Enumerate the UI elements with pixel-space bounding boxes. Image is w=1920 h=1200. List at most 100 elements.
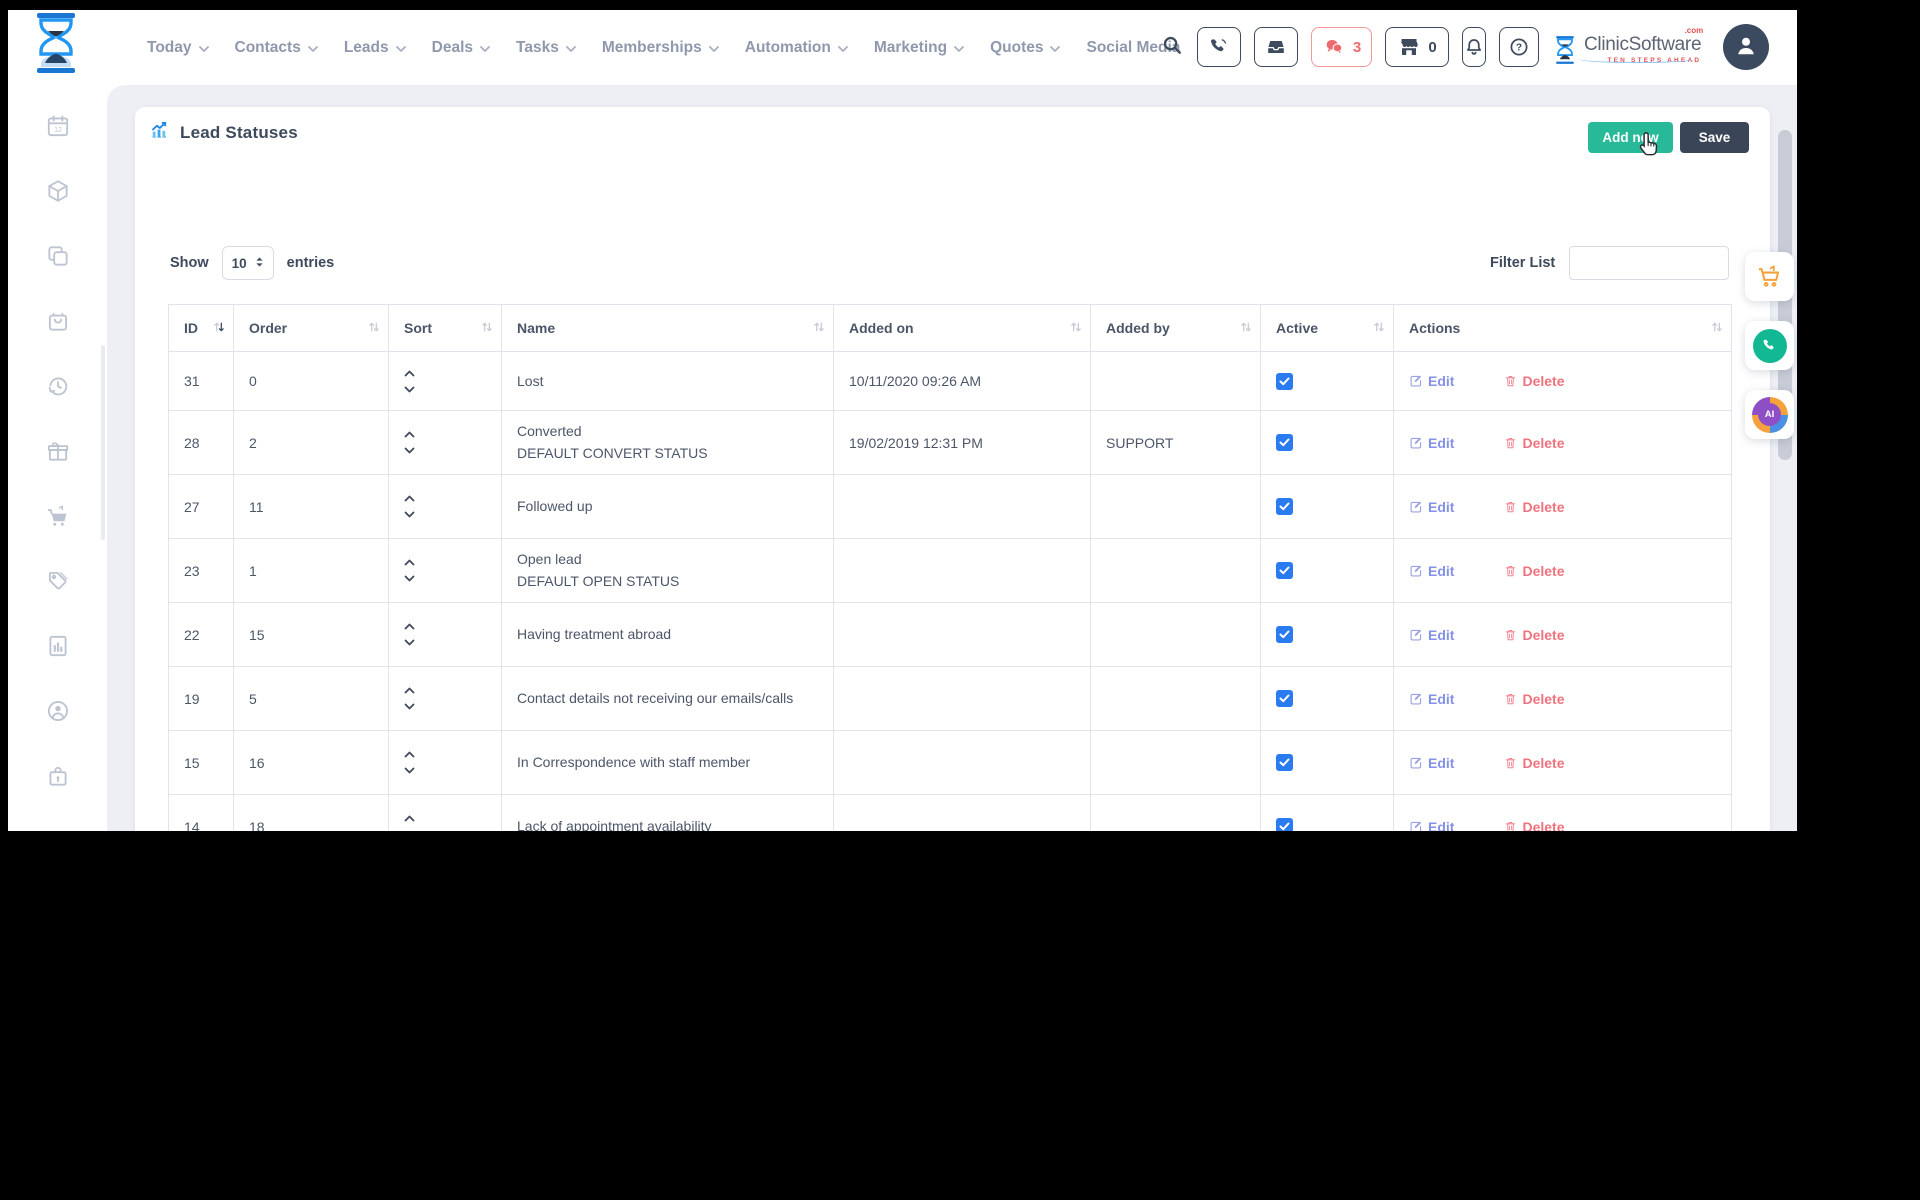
sort-down-button[interactable] — [404, 575, 416, 582]
delete-link[interactable]: Delete — [1504, 819, 1564, 832]
delete-link[interactable]: Delete — [1504, 691, 1564, 707]
sort-down-button[interactable] — [404, 703, 416, 710]
delete-icon — [1504, 436, 1517, 450]
chat-button[interactable]: 3 — [1311, 27, 1372, 67]
sidebar-item-tags[interactable] — [8, 548, 107, 613]
sidebar-item-shopping-bag[interactable] — [8, 288, 107, 353]
sidebar-scrollbar[interactable] — [101, 345, 105, 540]
sidebar-item-calendar[interactable]: 12 — [8, 93, 107, 158]
column-header-sort[interactable]: Sort — [389, 305, 502, 352]
column-header-order[interactable]: Order — [234, 305, 389, 352]
edit-link[interactable]: Edit — [1409, 563, 1454, 579]
svg-text:12: 12 — [54, 126, 62, 133]
brand-logo[interactable]: ClinicSoftware .com TEN STEPS AHEAD — [1552, 28, 1710, 67]
edit-link[interactable]: Edit — [1409, 373, 1454, 389]
sidebar-item-cart[interactable] — [8, 483, 107, 548]
active-checkbox[interactable] — [1276, 562, 1293, 579]
gift-icon — [45, 438, 71, 464]
nav-item-contacts[interactable]: Contacts — [235, 39, 318, 57]
whatsapp-widget-button[interactable] — [1745, 321, 1794, 370]
column-header-added-on[interactable]: Added on — [834, 305, 1091, 352]
entries-select[interactable]: 10 — [222, 246, 274, 280]
active-checkbox[interactable] — [1276, 690, 1293, 707]
sidebar-item-gift[interactable] — [8, 418, 107, 483]
add-new-button[interactable]: Add new — [1588, 122, 1673, 153]
cell-order: 2 — [234, 411, 389, 475]
delete-link[interactable]: Delete — [1504, 435, 1564, 451]
sidebar-item-copy[interactable] — [8, 223, 107, 288]
column-header-added-by[interactable]: Added by — [1091, 305, 1261, 352]
whatsapp-icon — [1753, 329, 1787, 363]
sort-up-button[interactable] — [404, 815, 416, 822]
sidebar-item-history[interactable] — [8, 353, 107, 418]
sidebar-item-lock[interactable] — [8, 743, 107, 808]
active-checkbox[interactable] — [1276, 626, 1293, 643]
table-head: ID Order Sort Name Added on Added by Act… — [169, 305, 1732, 352]
sort-arrows-icon — [1373, 320, 1385, 336]
filter-input[interactable] — [1569, 246, 1729, 280]
sidebar-item-support[interactable] — [8, 678, 107, 743]
cell-actions: Edit Delete — [1394, 539, 1732, 603]
sort-up-button[interactable] — [404, 751, 416, 758]
table-row: 2711Followed upEditDelete — [169, 475, 1732, 539]
sort-down-button[interactable] — [404, 639, 416, 646]
user-avatar[interactable] — [1723, 24, 1769, 70]
help-button[interactable]: ? — [1499, 27, 1539, 67]
delete-link[interactable]: Delete — [1504, 373, 1564, 389]
nav-item-today[interactable]: Today — [147, 39, 209, 57]
nav-item-deals[interactable]: Deals — [432, 39, 490, 57]
nav-item-tasks[interactable]: Tasks — [516, 39, 576, 57]
column-header-active[interactable]: Active — [1261, 305, 1394, 352]
nav-item-quotes[interactable]: Quotes — [990, 39, 1060, 57]
sort-up-button[interactable] — [404, 623, 416, 630]
nav-item-memberships[interactable]: Memberships — [602, 39, 719, 57]
cart-widget-button[interactable] — [1745, 252, 1794, 301]
entries-select-value: 10 — [232, 256, 247, 271]
sort-up-button[interactable] — [404, 495, 416, 502]
active-checkbox[interactable] — [1276, 434, 1293, 451]
store-button[interactable]: 0 — [1385, 27, 1449, 67]
active-checkbox[interactable] — [1276, 498, 1293, 515]
column-header-actions[interactable]: Actions — [1394, 305, 1732, 352]
column-header-id[interactable]: ID — [169, 305, 234, 352]
ai-widget-button[interactable]: AI — [1745, 390, 1794, 439]
sort-down-button[interactable] — [404, 511, 416, 518]
delete-link[interactable]: Delete — [1504, 563, 1564, 579]
column-header-name[interactable]: Name — [502, 305, 834, 352]
delete-link[interactable]: Delete — [1504, 627, 1564, 643]
column-label: Sort — [404, 320, 432, 336]
sort-up-button[interactable] — [404, 431, 416, 438]
search-button[interactable] — [1160, 27, 1184, 67]
active-checkbox[interactable] — [1276, 818, 1293, 831]
nav-item-marketing[interactable]: Marketing — [874, 39, 964, 57]
sort-down-button[interactable] — [404, 386, 416, 393]
delete-link[interactable]: Delete — [1504, 755, 1564, 771]
cell-added-on — [834, 795, 1091, 832]
sort-up-button[interactable] — [404, 370, 416, 377]
sidebar-item-package[interactable] — [8, 158, 107, 223]
nav-item-leads[interactable]: Leads — [344, 39, 406, 57]
hourglass-logo-icon[interactable] — [28, 11, 84, 75]
active-checkbox[interactable] — [1276, 373, 1293, 390]
table-row: 310Lost10/11/2020 09:26 AMEditDelete — [169, 352, 1732, 411]
cell-added-by — [1091, 667, 1261, 731]
name-primary: Converted — [517, 422, 833, 441]
sort-down-button[interactable] — [404, 767, 416, 774]
edit-link[interactable]: Edit — [1409, 819, 1454, 832]
sidebar-item-report[interactable] — [8, 613, 107, 678]
edit-link[interactable]: Edit — [1409, 499, 1454, 515]
save-button[interactable]: Save — [1680, 122, 1749, 153]
notifications-button[interactable] — [1462, 27, 1486, 67]
delete-link[interactable]: Delete — [1504, 499, 1564, 515]
nav-item-automation[interactable]: Automation — [745, 39, 848, 57]
phone-button[interactable] — [1197, 27, 1241, 67]
inbox-button[interactable] — [1254, 27, 1298, 67]
edit-link[interactable]: Edit — [1409, 691, 1454, 707]
edit-link[interactable]: Edit — [1409, 435, 1454, 451]
sort-up-button[interactable] — [404, 687, 416, 694]
edit-link[interactable]: Edit — [1409, 755, 1454, 771]
active-checkbox[interactable] — [1276, 754, 1293, 771]
edit-link[interactable]: Edit — [1409, 627, 1454, 643]
sort-down-button[interactable] — [404, 447, 416, 454]
sort-up-button[interactable] — [404, 559, 416, 566]
